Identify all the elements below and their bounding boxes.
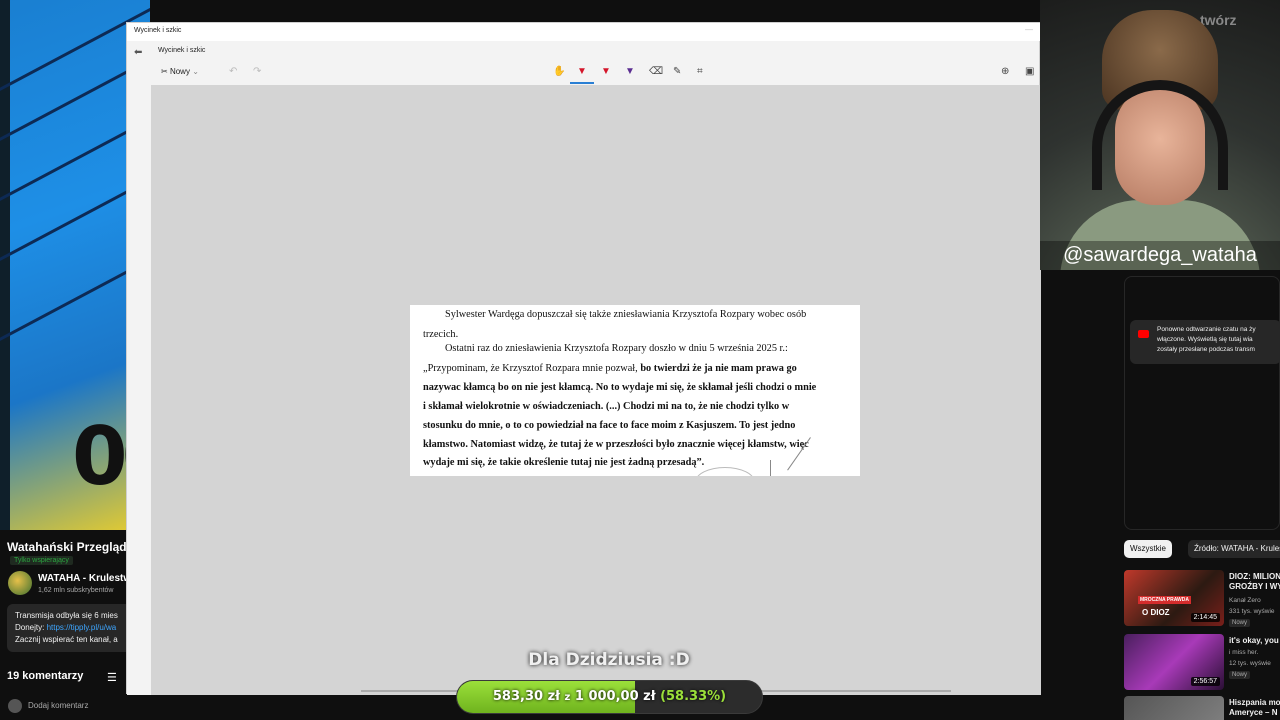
document-line: stosunku do mnie, o to co powiedział na … bbox=[423, 420, 796, 431]
webcam-corner-text: twórz bbox=[1200, 12, 1237, 28]
video-dark-edge bbox=[0, 0, 10, 530]
new-badge: Nowy bbox=[1229, 671, 1251, 679]
snip-icon: ✂ bbox=[161, 67, 168, 76]
video-thumbnail[interactable]: MROCZNA PRAWDA O DIOZ 2:14:45 bbox=[1124, 570, 1224, 626]
channel-name[interactable]: WATAHA - Krulestwo bbox=[38, 573, 137, 584]
document-signature-stroke bbox=[770, 460, 771, 476]
chat-notice-line: Ponowne odtwarzanie czatu na ży bbox=[1157, 326, 1256, 333]
close-icon[interactable]: — bbox=[1025, 25, 1033, 34]
channel-avatar[interactable] bbox=[8, 571, 32, 595]
add-comment-input[interactable]: Dodaj komentarz bbox=[28, 701, 88, 710]
donation-link[interactable]: https://tipply.pl/u/wa bbox=[47, 623, 117, 632]
description-line: Donejty: https://tipply.pl/u/wa bbox=[15, 623, 116, 632]
highlighter-icon[interactable]: ▼ bbox=[625, 65, 635, 79]
undo-icon[interactable]: ↶ bbox=[229, 65, 237, 79]
recommendation-views: 12 tys. wyświe bbox=[1229, 660, 1271, 667]
redo-icon[interactable]: ↷ bbox=[253, 65, 261, 79]
document-line: i skłamał wielokrotnie w oświadczeniach.… bbox=[423, 401, 790, 412]
recommendation-item[interactable]: Hiszpania mo Ameryce – N bbox=[1124, 696, 1280, 720]
description-prefix: Donejty: bbox=[15, 623, 47, 632]
description-line: Zacznij wspierać ten kanał, a bbox=[15, 635, 118, 644]
video-duration: 2:56:57 bbox=[1190, 677, 1220, 686]
screen: 00 Watahański Przegląd Tylko wspierający… bbox=[0, 0, 1280, 720]
crop-icon[interactable]: ⌗ bbox=[697, 65, 703, 79]
description-line: Transmisja odbyła się 6 mies bbox=[15, 611, 118, 620]
user-avatar bbox=[8, 699, 22, 713]
video-duration: 2:14:45 bbox=[1190, 613, 1220, 622]
donation-goal-text: 583,30 zł z 1 000,00 zł (58.33%) bbox=[457, 681, 762, 713]
live-chat-panel: Ponowne odtwarzanie czatu na ży włączone… bbox=[1124, 276, 1280, 530]
document-line: Ostatni raz do zniesławienia Krzysztofa … bbox=[445, 343, 788, 354]
chat-notice-line: zostały przesłane podczas transm bbox=[1157, 346, 1255, 353]
pencil-icon[interactable]: ▼ bbox=[601, 65, 611, 79]
zoom-icon[interactable]: ⊕ bbox=[1001, 65, 1009, 79]
ruler-icon[interactable]: ✎ bbox=[673, 65, 681, 79]
ballpoint-pen-icon[interactable]: ▼ bbox=[577, 65, 587, 79]
recommendation-channel: Kanał Zero bbox=[1229, 597, 1261, 604]
donation-goal-bar: 583,30 zł z 1 000,00 zł (58.33%) bbox=[456, 680, 763, 714]
chat-replay-notice: Ponowne odtwarzanie czatu na ży włączone… bbox=[1130, 320, 1280, 364]
document-line: nazywac kłamcą bo on nie jest kłamcą. No… bbox=[423, 382, 817, 393]
sort-icon[interactable]: ☰ bbox=[107, 671, 117, 684]
video-title: Watahański Przegląd bbox=[7, 540, 127, 554]
chip-source[interactable]: Źródło: WATAHA - Krules bbox=[1188, 540, 1280, 558]
document-snippet: Sylwester Wardęga dopuszczał się także z… bbox=[410, 305, 860, 476]
recommendation-title[interactable]: DIOZ: MILION bbox=[1229, 572, 1280, 581]
back-icon[interactable]: ⬅ bbox=[134, 47, 142, 58]
donation-message: Dla Dzidziusia :D bbox=[528, 650, 690, 670]
chevron-down-icon[interactable]: ⌄ bbox=[192, 67, 199, 76]
snipping-tool-window: Wycinek i szkic — ⬅ Wycinek i szkic ✂ No… bbox=[126, 22, 1041, 695]
new-label: Nowy bbox=[169, 67, 190, 76]
save-icon[interactable]: ▣ bbox=[1025, 65, 1034, 79]
eraser-icon[interactable]: ⌫ bbox=[649, 65, 663, 79]
goal-percent: (58.33%) bbox=[660, 689, 727, 704]
document-line: „Przypominam, że Krzysztof Rozpara mnie … bbox=[423, 363, 797, 374]
document-quote-start: „Przypominam, że Krzysztof Rozpara mnie … bbox=[423, 363, 638, 374]
document-line: Sylwester Wardęga dopuszczał się także z… bbox=[445, 309, 807, 320]
goal-target: 1 000,00 zł bbox=[574, 689, 656, 704]
app-label: Wycinek i szkic bbox=[158, 47, 206, 54]
members-only-badge: Tylko wspierający bbox=[10, 556, 73, 565]
goal-separator: z bbox=[564, 692, 571, 703]
recommendation-title[interactable]: Hiszpania mo bbox=[1229, 698, 1280, 707]
recommendation-channel: i miss her. bbox=[1229, 649, 1259, 656]
webcam-overlay: twórz @sawardega_wataha bbox=[1040, 0, 1280, 270]
document-line: kłamstwo. Natomiast widzę, że tutaj że w… bbox=[423, 439, 809, 450]
document-quote-bold: bo twierdzi że ja nie mam prawa go bbox=[640, 363, 797, 374]
thumbnail-tag: MROCZNA PRAWDA bbox=[1138, 596, 1191, 604]
youtube-logo-icon bbox=[1138, 330, 1149, 338]
recommendation-title-line2[interactable]: Ameryce – N bbox=[1229, 708, 1277, 717]
canvas-area[interactable]: Sylwester Wardęga dopuszczał się także z… bbox=[151, 85, 1041, 695]
selected-tool-underline bbox=[570, 82, 594, 84]
subscriber-count: 1,62 mln subskrybentów bbox=[38, 587, 114, 594]
document-stamp bbox=[695, 467, 755, 476]
recommendation-item[interactable]: MROCZNA PRAWDA O DIOZ 2:14:45 DIOZ: MILI… bbox=[1124, 570, 1280, 628]
document-line: trzecich. bbox=[423, 329, 459, 340]
window-titlebar: Wycinek i szkic — bbox=[127, 23, 1041, 41]
document-line: wydaje mi się, że takie określenie tutaj… bbox=[423, 457, 705, 468]
comments-count: 19 komentarzy bbox=[7, 670, 84, 682]
filter-chips: Wszystkie Źródło: WATAHA - Krules bbox=[1124, 540, 1280, 560]
thumbnail-subtitle: O DIOZ bbox=[1142, 608, 1170, 617]
video-thumbnail[interactable] bbox=[1124, 696, 1224, 720]
window-title: Wycinek i szkic bbox=[134, 27, 182, 34]
new-snip-button[interactable]: ✂ Nowy ⌄ bbox=[161, 65, 199, 79]
window-left-strip: ⬅ bbox=[127, 41, 151, 695]
recommendation-title-line2[interactable]: GROŹBY I WY bbox=[1229, 582, 1280, 591]
recommendation-views: 331 tys. wyświe bbox=[1229, 608, 1275, 615]
chat-notice-line: włączone. Wyświetlą się tutaj wia bbox=[1157, 336, 1253, 343]
goal-current: 583,30 zł bbox=[492, 689, 560, 704]
new-badge: Nowy bbox=[1229, 619, 1251, 627]
recommendation-title[interactable]: it's okay, you s bbox=[1229, 636, 1280, 645]
chip-all[interactable]: Wszystkie bbox=[1124, 540, 1172, 558]
toolbar: ✂ Nowy ⌄ ↶ ↷ ✋ ▼ ▼ ▼ ⌫ ✎ ⌗ ⊕ ▣ bbox=[151, 61, 1041, 85]
streamer-handle: @sawardega_wataha bbox=[1040, 241, 1280, 270]
touch-writing-icon[interactable]: ✋ bbox=[553, 65, 565, 79]
